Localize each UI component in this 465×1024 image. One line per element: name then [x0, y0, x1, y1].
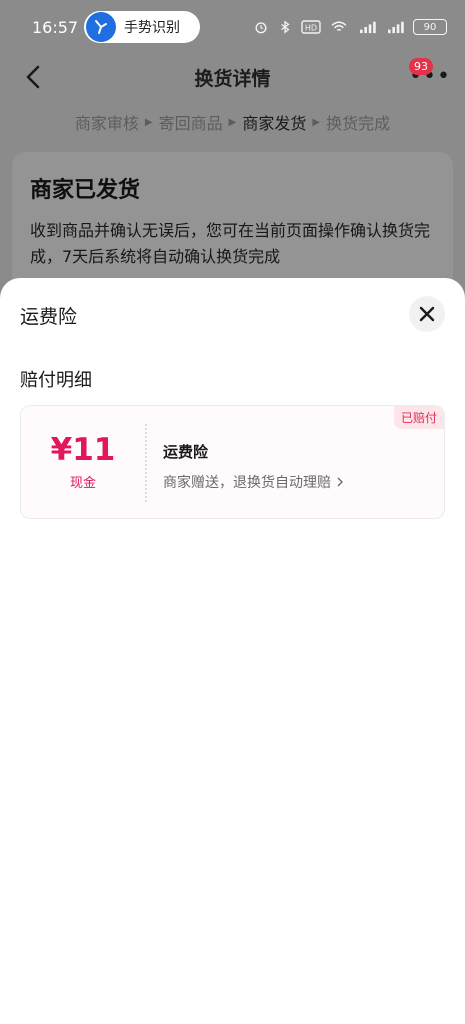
status-icons: HD 90: [253, 19, 447, 35]
gesture-label: 手势识别: [124, 20, 180, 36]
gesture-icon: [86, 12, 116, 42]
hd-icon: HD: [301, 20, 321, 34]
svg-text:HD: HD: [305, 24, 317, 33]
page-title: 换货详情: [194, 67, 271, 90]
step-exchange-complete: 换货完成: [326, 114, 391, 133]
step-arrow-icon: ▶: [228, 116, 237, 128]
claim-description[interactable]: 商家赠送，退换货自动理赔: [163, 472, 345, 492]
step-merchant-shipped: 商家发货: [242, 114, 307, 133]
freight-insurance-sheet: 运费险 赔付明细 已赔付 ¥11 现金 运费险 商家赠送，退换货自动理赔: [0, 278, 465, 1024]
status-bar: 16:57 手势识别 HD 90: [0, 0, 465, 54]
claim-amount-type: 现金: [69, 476, 96, 491]
section-title: 赔付明细: [20, 370, 92, 391]
step-merchant-review: 商家审核: [74, 114, 139, 133]
progress-steps: 商家审核 ▶ 寄回商品 ▶ 商家发货 ▶ 换货完成: [0, 110, 465, 134]
step-arrow-icon: ▶: [312, 116, 321, 128]
claim-info: 运费险 商家赠送，退换货自动理赔: [163, 441, 345, 492]
message-count-badge: 93: [409, 58, 433, 75]
step-arrow-icon: ▶: [144, 116, 153, 128]
bluetooth-icon: [281, 20, 290, 34]
claim-card[interactable]: 已赔付 ¥11 现金 运费险 商家赠送，退换货自动理赔: [20, 405, 445, 519]
alarm-icon: [255, 22, 267, 34]
wifi-icon: [331, 21, 347, 32]
close-icon: [419, 306, 435, 322]
paid-tag: 已赔付: [393, 406, 444, 429]
chevron-left-icon: [26, 65, 40, 89]
gesture-recognition-pill[interactable]: 手势识别: [84, 11, 200, 43]
battery-icon: 90: [413, 19, 447, 35]
dotted-divider: [145, 424, 147, 502]
chevron-right-icon: [337, 477, 343, 487]
battery-level: 90: [423, 21, 437, 33]
claim-name: 运费险: [163, 443, 209, 461]
amount-box: ¥11 现金: [21, 406, 145, 518]
nav-bar: 换货详情 ••• 93: [0, 54, 465, 100]
sheet-title: 运费险: [20, 306, 78, 328]
status-time: 16:57: [32, 17, 79, 37]
back-button[interactable]: [20, 63, 48, 91]
signal-4g-icon: [388, 21, 404, 34]
close-button[interactable]: [409, 296, 445, 332]
claim-amount: ¥11: [50, 432, 116, 468]
signal-5g-icon: [360, 21, 376, 34]
step-return-goods: 寄回商品: [158, 114, 223, 133]
claim-description-text: 商家赠送，退换货自动理赔: [163, 475, 331, 491]
more-button[interactable]: ••• 93: [409, 58, 450, 92]
